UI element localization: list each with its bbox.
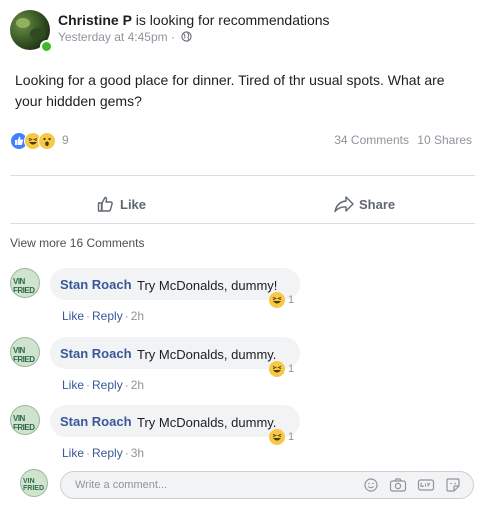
view-more-comments-link[interactable]: View more 16 Comments [10,236,145,250]
comment-reactions[interactable]: 1 [269,361,294,377]
comment-reaction-count: 1 [288,431,295,443]
comment-item: VIN FRIED Stan Roach Try McDonalds, dumm… [10,337,475,403]
comment-like-link[interactable]: Like [62,446,84,460]
share-label: Share [359,196,396,212]
globe-icon[interactable] [181,31,192,42]
comments-count[interactable]: 34 Comments [334,133,409,147]
comment-bubble: Stan Roach Try McDonalds, dummy. [50,337,300,369]
comment-reactions[interactable]: 1 [269,429,294,445]
divider [10,223,475,224]
post-timestamp[interactable]: Yesterday at 4:45pm [58,30,168,44]
comment-time[interactable]: 3h [131,446,144,460]
composer-icons [363,477,461,493]
comment-input[interactable] [75,477,325,493]
comment-actions: Like · Reply · 3h [62,446,145,460]
comment-bubble: Stan Roach Try McDonalds, dummy! [50,268,300,300]
comment-reaction-count: 1 [288,363,295,375]
post-meta: Yesterday at 4:45pm · [58,30,192,44]
divider [10,175,475,176]
online-status-dot [40,40,53,53]
comment-reaction-count: 1 [288,294,295,306]
haha-icon [269,361,285,377]
comment-actions: Like · Reply · 2h [62,309,145,323]
commenter-avatar[interactable]: VIN FRIED [10,337,40,367]
comment-item: VIN FRIED Stan Roach Try McDonalds, dumm… [10,268,475,334]
camera-icon[interactable] [389,477,407,493]
haha-icon [269,292,285,308]
emoji-icon[interactable] [363,477,379,493]
comment-composer: VIN FRIED [20,469,475,499]
comment-item: VIN FRIED Stan Roach Try McDonalds, dumm… [10,405,475,471]
comment-reply-link[interactable]: Reply [92,309,123,323]
thumbs-up-icon [97,196,113,212]
reaction-count: 9 [62,133,69,147]
post-body: Looking for a good place for dinner. Tir… [15,72,445,109]
avatar-foliage [16,18,30,28]
commenter-avatar[interactable]: VIN FRIED [10,268,40,298]
comment-like-link[interactable]: Like [62,309,84,323]
comment-text: Try McDonalds, dummy! [137,278,278,293]
gif-icon[interactable] [417,477,435,493]
commenter-avatar[interactable]: VIN FRIED [10,405,40,435]
comment-reply-link[interactable]: Reply [92,378,123,392]
comment-reactions[interactable]: 1 [269,292,294,308]
avatar-foliage [30,28,46,40]
comment-text: Try McDonalds, dummy. [137,415,277,430]
shares-count[interactable]: 10 Shares [417,133,472,147]
comment-time[interactable]: 2h [131,378,144,392]
comment-input-box[interactable] [60,471,474,499]
comment-time[interactable]: 2h [131,309,144,323]
haha-icon [269,429,285,445]
wow-icon [38,132,56,150]
comment-author[interactable]: Stan Roach [60,414,132,429]
comment-author[interactable]: Stan Roach [60,277,132,292]
comment-reply-link[interactable]: Reply [92,446,123,460]
share-button[interactable]: Share [333,194,395,214]
post-stats: 34 Comments 10 Shares [334,133,472,147]
comment-text: Try McDonalds, dummy. [137,347,277,362]
sticker-icon[interactable] [445,477,461,493]
like-label: Like [120,196,147,212]
comment-actions: Like · Reply · 2h [62,378,145,392]
comment-like-link[interactable]: Like [62,378,84,392]
comment-bubble: Stan Roach Try McDonalds, dummy. [50,405,300,437]
post-activity: is looking for recommendations [135,12,330,28]
author-line: Christine P is looking for recommendatio… [58,12,330,28]
like-button[interactable]: Like [96,194,146,214]
share-arrow-icon [334,196,354,213]
author-name[interactable]: Christine P [58,12,132,28]
current-user-avatar[interactable]: VIN FRIED [20,469,48,497]
post-header: Christine P is looking for recommendatio… [10,10,475,53]
comment-author[interactable]: Stan Roach [60,346,132,361]
meta-separator: · [170,30,175,44]
